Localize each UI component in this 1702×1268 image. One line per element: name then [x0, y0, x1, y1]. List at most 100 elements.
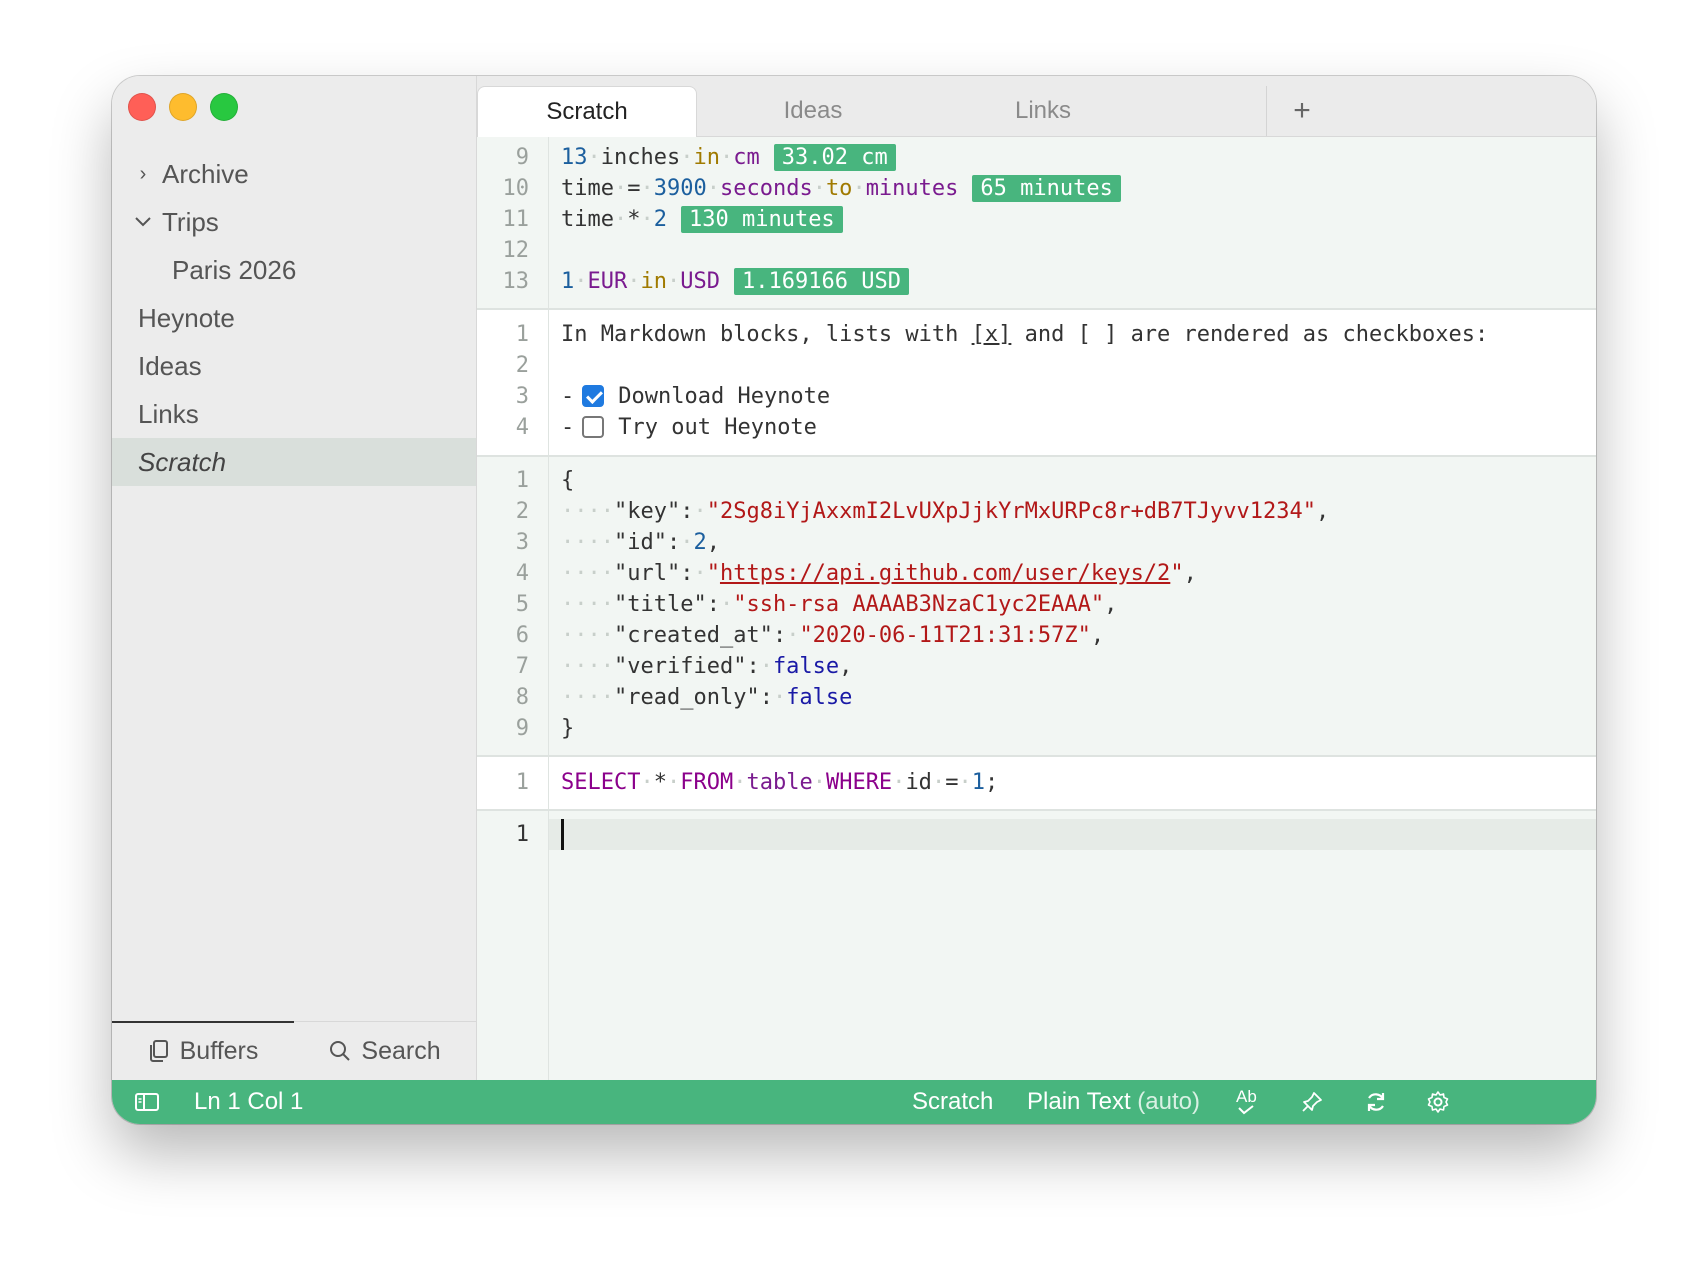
json-key: "created_at" — [613, 623, 773, 648]
code-line: 12 — [477, 235, 1596, 266]
code-line: 13 1·EUR·in·USD 1.169166 USD — [477, 266, 1596, 297]
todo-checkbox-checked[interactable] — [582, 385, 605, 407]
tab-links[interactable]: Links — [928, 86, 1158, 136]
search-tab-label: Search — [361, 1036, 441, 1065]
sidebar-item-paris-2026[interactable]: Paris 2026 — [112, 246, 476, 294]
text-block[interactable]: 1 — [477, 811, 1596, 1080]
token: time — [561, 176, 614, 201]
buffers-icon — [149, 1040, 168, 1062]
code-line: 1 — [477, 819, 1596, 850]
sidebar-item-archive[interactable]: › Archive — [112, 150, 476, 198]
cursor-position[interactable]: Ln 1 Col 1 — [194, 1080, 303, 1124]
token: table — [746, 770, 813, 795]
tab-label: Ideas — [783, 97, 843, 124]
tab-scratch[interactable]: Scratch — [477, 86, 697, 137]
json-url-link[interactable]: https://api.github.com/user/keys/2 — [720, 561, 1170, 586]
json-quote: " — [706, 561, 720, 586]
math-result: 33.02 cm — [773, 144, 896, 171]
current-buffer-name[interactable]: Scratch — [912, 1080, 993, 1124]
line-number: 1 — [515, 770, 529, 795]
language-auto-label: (auto) — [1137, 1088, 1200, 1115]
sidebar-item-heynote[interactable]: Heynote — [112, 294, 476, 342]
line-number: 10 — [502, 176, 530, 201]
sidebar-item-label: Ideas — [138, 350, 202, 381]
sync-button[interactable] — [1364, 1080, 1388, 1124]
line-number: 4 — [515, 561, 529, 586]
spellcheck-icon: Ab — [1236, 1087, 1257, 1106]
line-number: 3 — [515, 530, 529, 555]
search-tab[interactable]: Search — [294, 1022, 476, 1080]
zoom-window-button[interactable] — [210, 93, 238, 121]
pin-button[interactable] — [1300, 1080, 1324, 1124]
tab-ideas[interactable]: Ideas — [698, 86, 928, 136]
pin-icon — [1302, 1092, 1322, 1112]
close-window-button[interactable] — [128, 93, 156, 121]
json-key: "verified" — [613, 654, 747, 679]
check-icon — [1238, 1105, 1255, 1115]
markdown-block[interactable]: 1 In Markdown blocks, lists with [x] and… — [477, 310, 1596, 457]
spellcheck-button[interactable]: Ab — [1236, 1080, 1257, 1124]
json-key: "read_only" — [613, 685, 760, 710]
toggle-sidebar-button[interactable] — [134, 1080, 160, 1124]
sidebar-item-scratch[interactable]: Scratch — [112, 438, 476, 486]
sidebar-item-links[interactable]: Links — [112, 390, 476, 438]
token: 1 — [561, 269, 575, 294]
line-number: 1 — [515, 468, 529, 493]
code-line: 3 ····"id":·2, — [477, 527, 1596, 558]
json-string: "ssh-rsa AAAAB3NzaC1yc2EAAA" — [733, 592, 1105, 617]
buffers-tab-label: Buffers — [179, 1036, 259, 1065]
list-dash: - — [561, 415, 575, 440]
line-number: 9 — [515, 716, 529, 741]
editor[interactable]: 9 13·inches·in·cm 33.02 cm 10 time·=·3900… — [477, 137, 1596, 1080]
tab-label: Scratch — [546, 98, 628, 125]
token: 3900 — [653, 176, 707, 201]
line-number: 8 — [515, 685, 529, 710]
list-dash: - — [561, 384, 575, 409]
json-brace: { — [561, 468, 575, 493]
json-key: "key" — [613, 499, 681, 524]
chevron-right-icon: › — [139, 162, 147, 185]
json-brace: } — [561, 716, 575, 741]
sidebar-item-label: Paris 2026 — [172, 254, 297, 285]
math-result: 130 minutes — [680, 206, 843, 233]
sql-block[interactable]: 1 SELECT·*·FROM·table·WHERE·id·=·1; — [477, 757, 1596, 811]
sidebar-footer: Buffers Search — [112, 1021, 476, 1080]
json-key: "url" — [613, 561, 681, 586]
token: 1 — [971, 770, 985, 795]
json-quote: " — [1170, 561, 1184, 586]
token: in — [640, 269, 668, 294]
code-line: 2 — [477, 350, 1596, 381]
math-block[interactable]: 9 13·inches·in·cm 33.02 cm 10 time·=·3900… — [477, 137, 1596, 310]
line-number: 1 — [515, 822, 529, 847]
settings-button[interactable] — [1426, 1080, 1450, 1124]
token: EUR — [587, 269, 628, 294]
minimize-window-button[interactable] — [169, 93, 197, 121]
sync-icon — [1367, 1093, 1385, 1111]
sidebar-item-trips[interactable]: Trips — [112, 198, 476, 246]
token: id — [905, 770, 932, 795]
tab-bar: Scratch Ideas Links + — [477, 76, 1596, 137]
gear-icon — [1427, 1091, 1449, 1113]
status-bar: Ln 1 Col 1 Scratch Plain Text (auto) Ab — [112, 1080, 1596, 1124]
todo-checkbox-unchecked[interactable] — [582, 416, 605, 438]
todo-label: Try out Heynote — [618, 415, 817, 440]
new-tab-button[interactable]: + — [1266, 86, 1337, 136]
line-number: 9 — [515, 145, 529, 170]
code-line: 7 ····"verified":·false, — [477, 651, 1596, 682]
sidebar-item-ideas[interactable]: Ideas — [112, 342, 476, 390]
json-key: "id" — [613, 530, 667, 555]
buffer-tree: › Archive Trips Paris 2026 Heynote Ideas… — [112, 150, 476, 486]
token: = — [945, 770, 959, 795]
token: time — [561, 207, 614, 232]
sql-keyword: FROM — [680, 770, 734, 795]
language-selector[interactable]: Plain Text (auto) — [1027, 1080, 1200, 1124]
token: * — [653, 770, 667, 795]
line-number: 7 — [515, 654, 529, 679]
math-result: 65 minutes — [972, 175, 1121, 202]
line-number: 2 — [515, 499, 529, 524]
buffers-tab[interactable]: Buffers — [112, 1021, 294, 1080]
json-block[interactable]: 1 { 2 ····"key":·"2Sg8iYjAxxmI2LvUXpJjkY… — [477, 457, 1596, 757]
token: * — [627, 207, 641, 232]
sidebar-item-label: Trips — [162, 206, 219, 237]
token: minutes — [865, 176, 959, 201]
